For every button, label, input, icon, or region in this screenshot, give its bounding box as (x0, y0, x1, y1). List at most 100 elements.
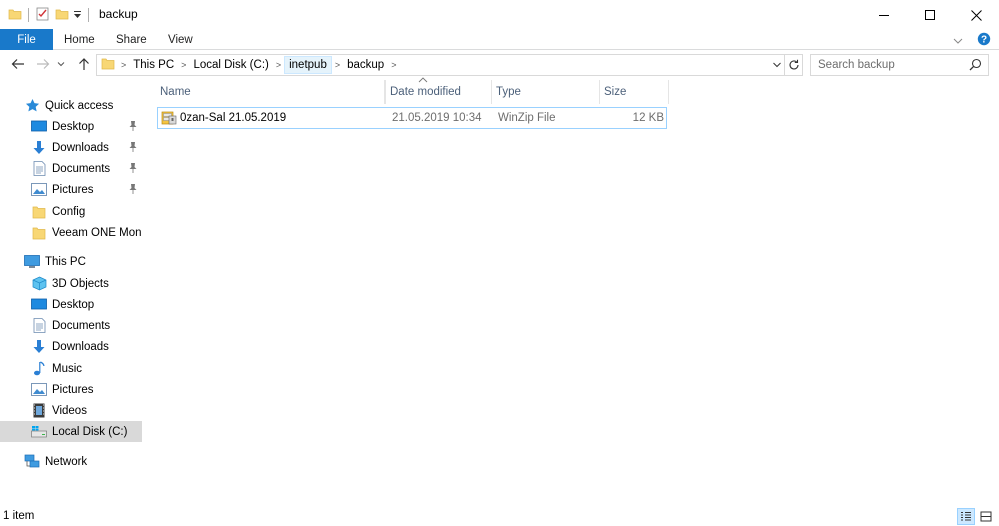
column-header-size[interactable]: Size (600, 80, 669, 104)
drive-icon (31, 424, 47, 440)
tab-home[interactable]: Home (64, 29, 95, 50)
table-row[interactable]: 0zan-Sal 21.05.2019 21.05.2019 10:34 Win… (157, 107, 667, 129)
properties-icon[interactable] (35, 6, 51, 25)
up-button[interactable] (74, 54, 94, 74)
folder-icon (97, 57, 118, 73)
close-icon (970, 9, 982, 21)
new-folder-icon[interactable] (55, 7, 69, 24)
nav-item-quick-access[interactable]: Quick access (0, 95, 142, 116)
pin-icon[interactable] (128, 162, 138, 177)
address-bar[interactable]: > This PC > Local Disk (C:) > inetpub > … (96, 54, 785, 76)
navigation-pane-scrollbar[interactable] (142, 78, 156, 508)
breadcrumb-this-pc[interactable]: This PC (129, 56, 178, 74)
breadcrumb-chevron-icon[interactable]: > (332, 60, 343, 70)
breadcrumb: > This PC > Local Disk (C:) > inetpub > … (97, 55, 399, 75)
svg-text:?: ? (981, 35, 987, 46)
back-button[interactable] (8, 54, 28, 74)
navigation-pane: Quick access Desktop Downloads Documents (0, 78, 142, 508)
nav-item-downloads[interactable]: Downloads (0, 137, 142, 158)
nav-item-label: Downloads (52, 340, 109, 353)
file-name: 0zan-Sal 21.05.2019 (180, 112, 287, 124)
nav-item-music[interactable]: Music (0, 358, 142, 379)
maximize-button[interactable] (907, 0, 953, 30)
address-history-dropdown[interactable] (772, 59, 782, 73)
tab-view[interactable]: View (168, 29, 193, 50)
nav-item-label: Videos (52, 404, 87, 417)
expand-ribbon-icon[interactable] (953, 34, 963, 48)
nav-item-config[interactable]: Config (0, 201, 142, 222)
file-size: 12 KB (632, 112, 664, 124)
pictures-icon (31, 182, 47, 198)
nav-item-pictures-pc[interactable]: Pictures (0, 379, 142, 400)
pin-icon[interactable] (128, 120, 138, 135)
details-view-button[interactable] (957, 508, 975, 525)
breadcrumb-chevron-icon[interactable]: > (273, 60, 284, 70)
minimize-icon (879, 15, 889, 16)
column-header-date-modified[interactable]: Date modified (385, 80, 492, 104)
column-header-name[interactable]: Name (156, 80, 385, 104)
nav-item-label: Music (52, 362, 83, 375)
title-bar: backup (0, 0, 999, 30)
nav-item-desktop[interactable]: Desktop (0, 116, 142, 137)
tab-file[interactable]: File (0, 29, 53, 50)
refresh-icon (788, 59, 799, 70)
close-button[interactable] (953, 0, 999, 30)
video-icon (31, 403, 47, 419)
star-icon (24, 98, 40, 114)
computer-icon (24, 254, 40, 270)
breadcrumb-backup[interactable]: backup (343, 56, 388, 74)
column-header-label: Name (160, 86, 191, 98)
download-icon (31, 339, 47, 355)
nav-item-local-disk[interactable]: Local Disk (C:) (0, 421, 142, 442)
nav-item-label: Documents (52, 319, 111, 332)
large-icons-view-button[interactable] (977, 508, 995, 525)
tab-share[interactable]: Share (116, 29, 147, 50)
recent-locations-button[interactable] (54, 54, 68, 74)
nav-item-documents-pc[interactable]: Documents (0, 315, 142, 336)
status-bar: 1 item (0, 508, 999, 526)
breadcrumb-inetpub[interactable]: inetpub (284, 56, 332, 74)
pin-icon[interactable] (128, 141, 138, 156)
search-icon[interactable] (969, 58, 982, 74)
nav-item-label: Config (52, 205, 86, 218)
column-header-type[interactable]: Type (492, 80, 600, 104)
document-icon (31, 318, 47, 334)
pin-icon[interactable] (128, 183, 138, 198)
nav-item-videos[interactable]: Videos (0, 400, 142, 421)
customize-toolbar-icon[interactable] (73, 8, 82, 23)
nav-item-this-pc[interactable]: This PC (0, 251, 142, 272)
navigation-bar: > This PC > Local Disk (C:) > inetpub > … (0, 51, 999, 78)
help-icon[interactable]: ? (977, 32, 991, 49)
breadcrumb-chevron-icon[interactable]: > (118, 60, 129, 70)
nav-item-label: Quick access (45, 99, 114, 112)
nav-item-label: Veeam ONE Monito (52, 226, 142, 239)
search-input[interactable] (811, 55, 961, 75)
ribbon-tabs: File Home Share View ? (0, 29, 999, 50)
maximize-icon (925, 10, 935, 20)
nav-item-documents[interactable]: Documents (0, 158, 142, 179)
nav-item-3d-objects[interactable]: 3D Objects (0, 273, 142, 294)
column-header-label: Date modified (390, 86, 461, 98)
forward-button[interactable] (33, 54, 53, 74)
ribbon-controls: ? (953, 32, 991, 49)
chevron-down-icon (57, 62, 65, 67)
breadcrumb-chevron-icon[interactable]: > (388, 60, 399, 70)
nav-item-pictures[interactable]: Pictures (0, 179, 142, 200)
breadcrumb-chevron-icon[interactable]: > (178, 60, 189, 70)
large-icons-view-icon (980, 511, 992, 522)
nav-item-label: 3D Objects (52, 277, 109, 290)
nav-item-label: Pictures (52, 183, 94, 196)
nav-item-downloads-pc[interactable]: Downloads (0, 336, 142, 357)
nav-item-veeam-one[interactable]: Veeam ONE Monito (0, 222, 142, 243)
folder-icon (8, 7, 22, 24)
breadcrumb-local-disk[interactable]: Local Disk (C:) (189, 56, 272, 74)
column-header-label: Size (604, 86, 627, 98)
view-switcher (957, 508, 995, 525)
minimize-button[interactable] (861, 0, 907, 30)
refresh-button[interactable] (785, 54, 803, 76)
search-box[interactable] (810, 54, 989, 76)
nav-item-label: Desktop (52, 298, 95, 311)
nav-item-desktop-pc[interactable]: Desktop (0, 294, 142, 315)
nav-item-network[interactable]: Network (0, 451, 142, 472)
up-arrow-icon (79, 58, 89, 70)
